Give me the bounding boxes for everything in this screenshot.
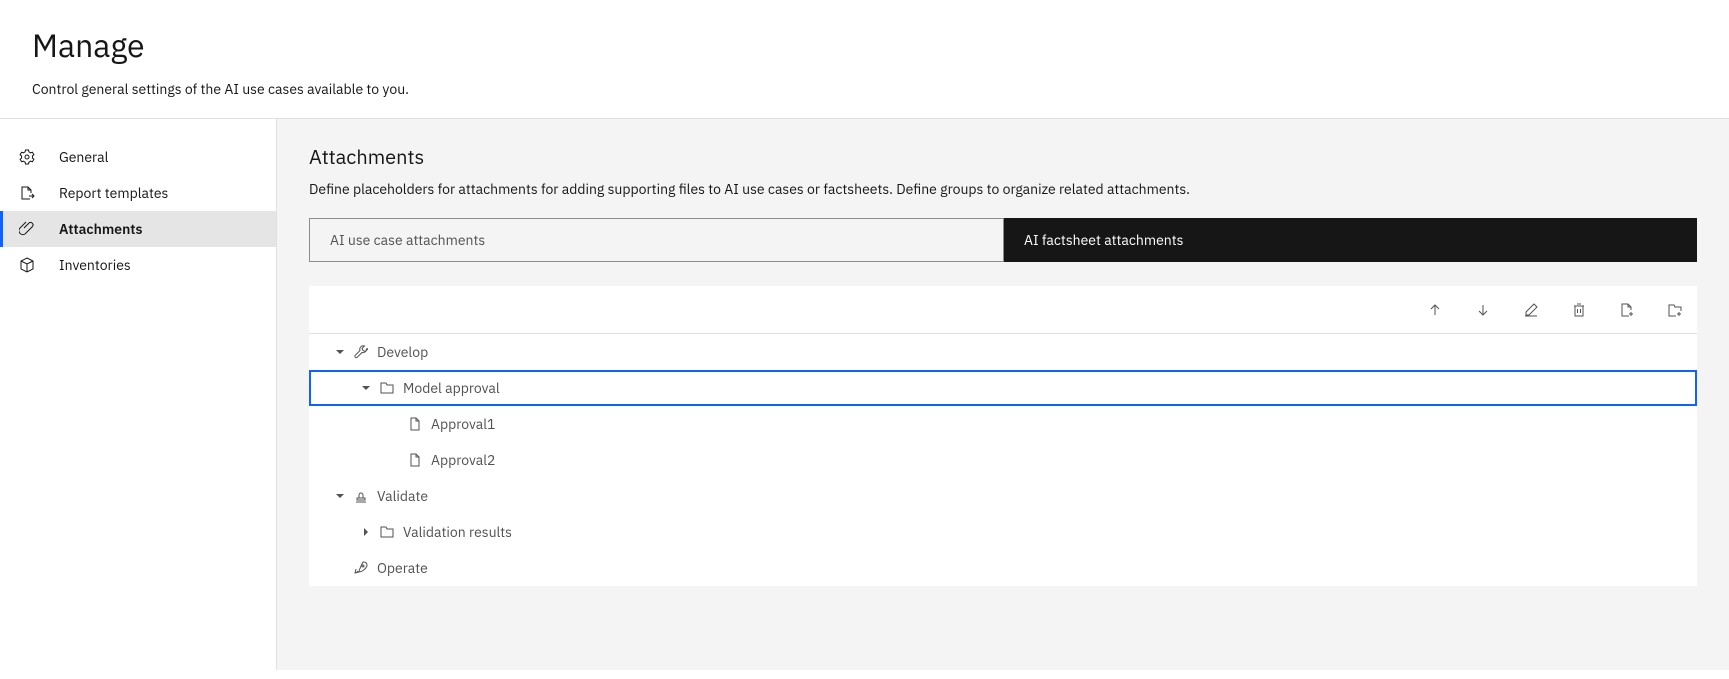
main-content: Attachments Define placeholders for atta…	[277, 119, 1729, 670]
tree-toolbar	[309, 286, 1697, 334]
tab-label: AI factsheet attachments	[1024, 231, 1183, 249]
new-folder-button[interactable]	[1665, 300, 1685, 320]
page-header: Manage Control general settings of the A…	[0, 0, 1729, 119]
folder-icon	[379, 524, 395, 540]
caret-down-icon[interactable]	[359, 381, 373, 395]
folder-icon	[379, 380, 395, 396]
tree-node-label: Approval2	[431, 451, 495, 469]
tree-node-label: Validation results	[403, 523, 512, 541]
sidebar-item-label: Inventories	[59, 256, 131, 274]
tree-node-validation-results[interactable]: Validation results	[309, 514, 1697, 550]
caret-down-icon[interactable]	[333, 345, 347, 359]
tree-node-label: Model approval	[403, 379, 500, 397]
tree-node-validate[interactable]: Validate	[309, 478, 1697, 514]
tree-node-label: Operate	[377, 559, 428, 577]
new-file-button[interactable]	[1617, 300, 1637, 320]
tree-node-label: Develop	[377, 343, 428, 361]
stamp-icon	[353, 488, 369, 504]
tree-node-develop[interactable]: Develop	[309, 334, 1697, 370]
sidebar-item-general[interactable]: General	[0, 139, 276, 175]
edit-button[interactable]	[1521, 300, 1541, 320]
tab-factsheet-attachments[interactable]: AI factsheet attachments	[1004, 218, 1697, 262]
caret-right-icon[interactable]	[359, 525, 373, 539]
caret-down-icon[interactable]	[333, 489, 347, 503]
attachments-tree: Develop Model approval Approval1	[309, 334, 1697, 586]
document-icon	[407, 452, 423, 468]
document-icon	[407, 416, 423, 432]
rocket-icon	[353, 560, 369, 576]
inventory-icon	[19, 257, 35, 273]
sidebar-item-label: Report templates	[59, 184, 168, 202]
attachments-tree-panel: Develop Model approval Approval1	[309, 286, 1697, 586]
sidebar-item-inventories[interactable]: Inventories	[0, 247, 276, 283]
move-down-button[interactable]	[1473, 300, 1493, 320]
tree-node-approval2[interactable]: Approval2	[309, 442, 1697, 478]
tab-switcher: AI use case attachments AI factsheet att…	[309, 218, 1697, 262]
wrench-icon	[353, 344, 369, 360]
tree-node-label: Approval1	[431, 415, 495, 433]
sidebar-item-report-templates[interactable]: Report templates	[0, 175, 276, 211]
sidebar: General Report templates Attachments Inv…	[0, 119, 277, 670]
attachment-icon	[19, 221, 35, 237]
tree-node-operate[interactable]: Operate	[309, 550, 1697, 586]
section-description: Define placeholders for attachments for …	[309, 180, 1697, 198]
sidebar-item-label: Attachments	[59, 220, 143, 238]
delete-button[interactable]	[1569, 300, 1589, 320]
sidebar-item-attachments[interactable]: Attachments	[0, 211, 276, 247]
gear-icon	[19, 149, 35, 165]
tree-node-label: Validate	[377, 487, 428, 505]
document-export-icon	[19, 185, 35, 201]
tab-label: AI use case attachments	[330, 231, 485, 249]
page-subtitle: Control general settings of the AI use c…	[32, 80, 1697, 98]
section-title: Attachments	[309, 143, 1697, 170]
sidebar-item-label: General	[59, 148, 108, 166]
tree-node-approval1[interactable]: Approval1	[309, 406, 1697, 442]
move-up-button[interactable]	[1425, 300, 1445, 320]
page-title: Manage	[32, 24, 1697, 66]
tree-node-model-approval[interactable]: Model approval	[309, 370, 1697, 406]
tab-use-case-attachments[interactable]: AI use case attachments	[309, 218, 1004, 262]
